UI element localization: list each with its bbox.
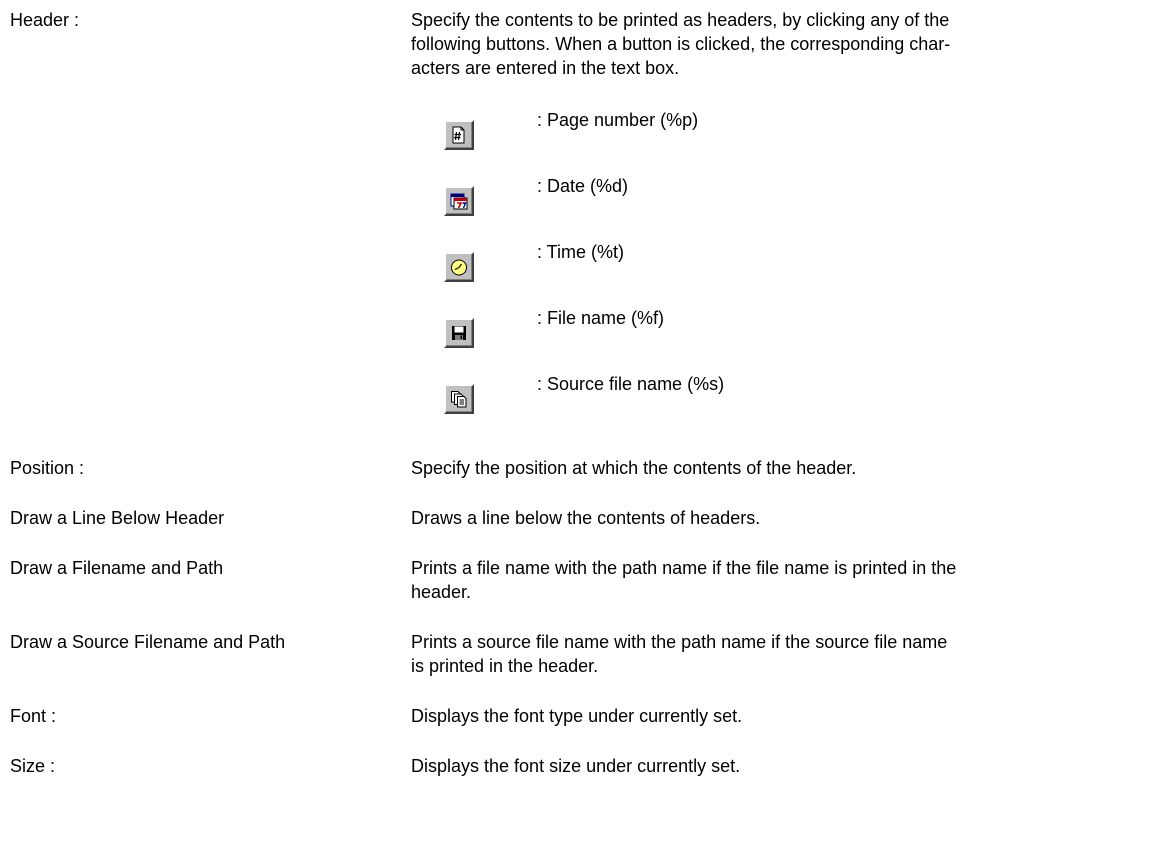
font-description-line: Displays the font type under currently s…: [411, 706, 743, 726]
source-file-name-label: : Source file name (%s): [537, 374, 725, 394]
draw-filename-and-path-term: Draw a Filename and Path: [10, 558, 224, 578]
header-description-line: acters are entered in the text box.: [411, 58, 680, 78]
position-description-line: Specify the position at which the conten…: [411, 458, 857, 478]
position-description: Specify the position at which the conten…: [411, 456, 1173, 480]
date-button[interactable]: [444, 186, 474, 216]
header-description-line: following buttons. When a button is clic…: [411, 34, 951, 54]
source-file-name-button[interactable]: [444, 384, 474, 414]
header-term: Header :: [10, 10, 80, 30]
draw-source-filename-and-path-description: Prints a source file name with the path …: [411, 630, 1173, 678]
draw-source-filename-and-path-description-line: Prints a source file name with the path …: [411, 632, 948, 652]
draw-line-below-header-description: Draws a line below the contents of heade…: [411, 506, 1173, 530]
date-icon: [450, 193, 468, 210]
draw-source-filename-and-path-term: Draw a Source Filename and Path: [10, 632, 286, 652]
file-name-label: : File name (%f): [537, 308, 665, 328]
draw-line-below-header-term: Draw a Line Below Header: [10, 508, 225, 528]
draw-filename-and-path-description-line: header.: [411, 582, 472, 602]
time-icon: [451, 259, 467, 276]
draw-filename-and-path-description-line: Prints a file name with the path name if…: [411, 558, 957, 578]
size-description-line: Displays the font size under currently s…: [411, 756, 741, 776]
size-description: Displays the font size under currently s…: [411, 754, 1173, 778]
page-number-icon: [452, 126, 465, 144]
page-number-button[interactable]: [444, 120, 474, 150]
font-description: Displays the font type under currently s…: [411, 704, 1173, 728]
page-number-label: : Page number (%p): [537, 110, 699, 130]
header-description-line: Specify the contents to be printed as he…: [411, 10, 950, 30]
size-term: Size :: [10, 756, 56, 776]
header-description: Specify the contents to be printed as he…: [411, 8, 1173, 80]
draw-source-filename-and-path-description-line: is printed in the header.: [411, 656, 599, 676]
font-term: Font :: [10, 706, 57, 726]
draw-line-below-header-description-line: Draws a line below the contents of heade…: [411, 508, 761, 528]
draw-filename-and-path-description: Prints a file name with the path name if…: [411, 556, 1173, 604]
date-label: : Date (%d): [537, 176, 629, 196]
source-file-name-icon: [451, 391, 467, 408]
file-name-button[interactable]: [444, 318, 474, 348]
file-name-icon: [452, 326, 466, 340]
time-label: : Time (%t): [537, 242, 625, 262]
position-term: Position :: [10, 458, 85, 478]
time-button[interactable]: [444, 252, 474, 282]
